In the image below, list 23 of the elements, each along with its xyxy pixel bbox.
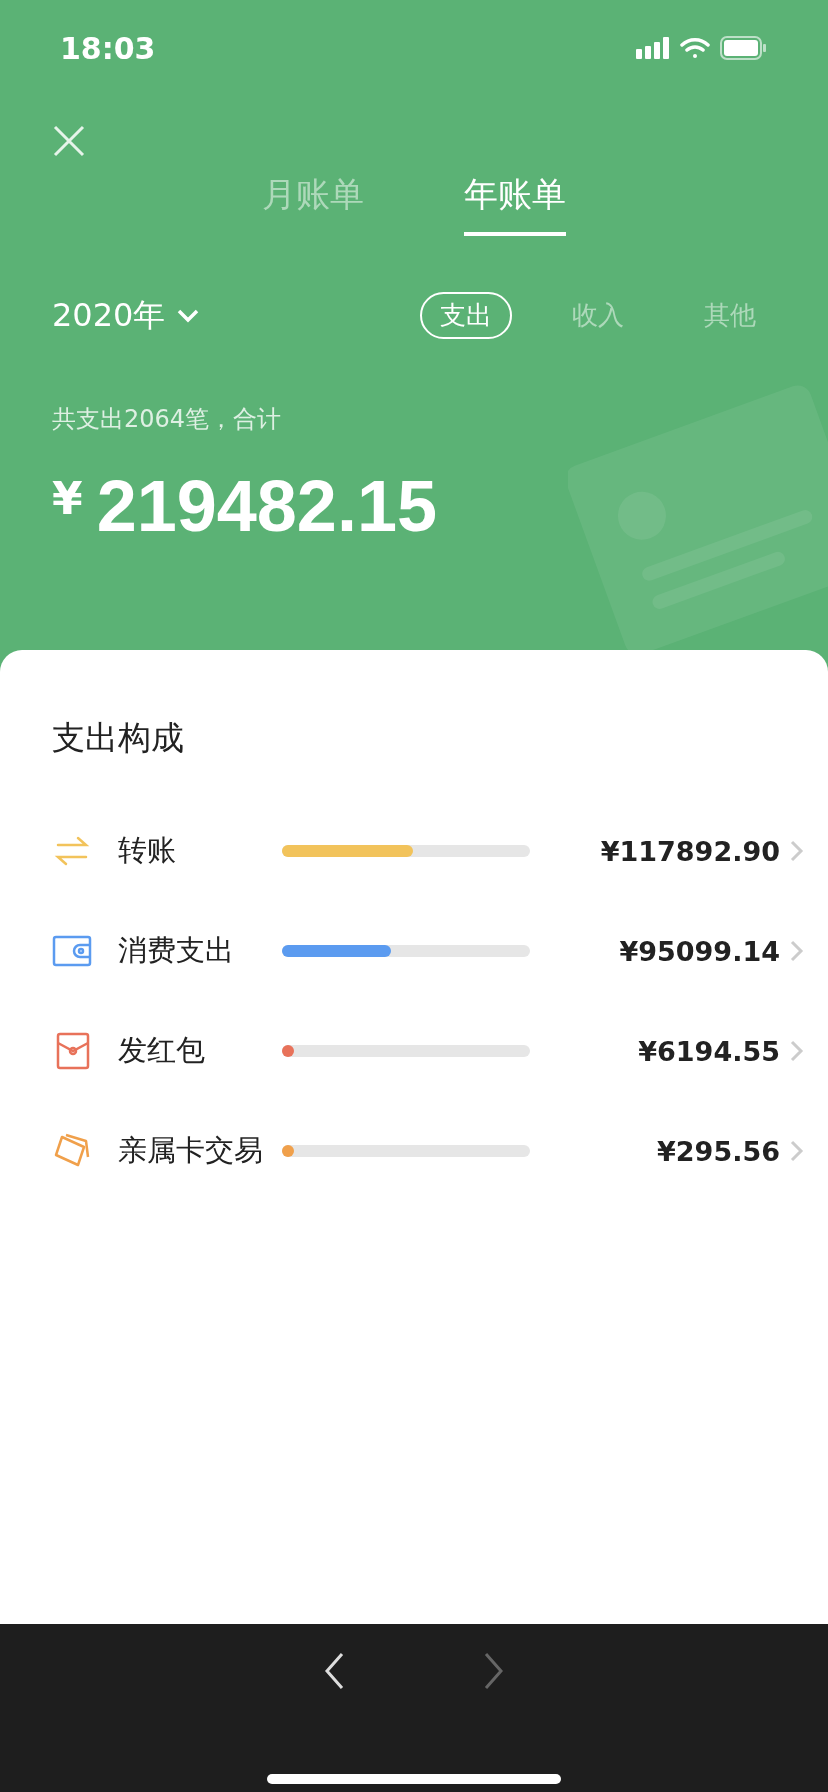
signal-icon [636,37,670,59]
battery-icon [720,36,766,60]
amount[interactable]: ¥295.56 [657,1135,780,1167]
chevron-right-icon[interactable] [790,1140,804,1162]
section-title: 支出构成 [52,717,185,759]
currency-symbol: ¥ [52,473,83,524]
close-icon[interactable] [52,124,86,158]
status-time: 18:03 [60,30,156,66]
chevron-right-icon[interactable] [790,1040,804,1062]
category-label[interactable]: 亲属卡交易 [118,1131,282,1171]
chevron-right-icon[interactable] [790,940,804,962]
summary-caption: 共支出2064笔，合计 [52,404,282,435]
chevron-down-icon [177,308,200,323]
back-button[interactable] [324,1652,344,1690]
total-amount: 219482.15 [96,465,437,547]
amount[interactable]: ¥95099.14 [619,935,780,967]
category-label[interactable]: 消费支出 [118,931,282,971]
chevron-right-icon[interactable] [790,840,804,862]
category-label[interactable]: 发红包 [118,1031,282,1071]
amount[interactable]: ¥6194.55 [638,1035,780,1067]
amount[interactable]: ¥117892.90 [600,835,780,867]
category-label[interactable]: 转账 [118,831,282,871]
wifi-icon [680,37,710,59]
